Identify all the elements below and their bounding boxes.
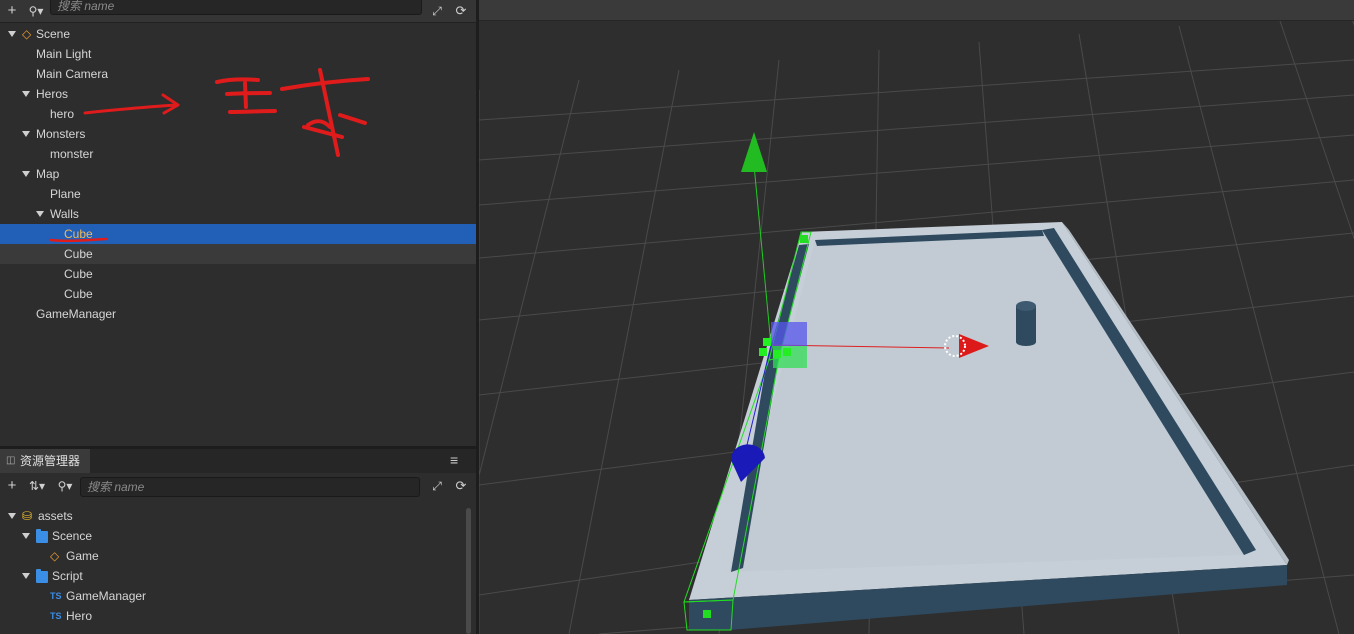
asset-row-label: assets <box>38 509 73 523</box>
hierarchy-row[interactable]: Plane <box>0 184 476 204</box>
sort-icon[interactable]: ⇅▾ <box>26 475 48 497</box>
chevron-down-icon[interactable] <box>22 533 30 539</box>
hierarchy-row-label: Walls <box>50 207 79 221</box>
assets-search-input[interactable]: 搜索 name <box>80 477 420 497</box>
asset-row-label: Game <box>66 549 99 563</box>
hierarchy-row[interactable]: Cube <box>0 264 476 284</box>
hierarchy-toolbar: + ⚲▾ 搜索 name ⤢ ⟳ <box>0 0 476 23</box>
expand-all-icon[interactable]: ⤢ <box>428 475 446 497</box>
hierarchy-row[interactable]: ◇ Scene <box>0 24 476 44</box>
scene-viewport[interactable] <box>479 0 1354 634</box>
asset-row[interactable]: Script <box>0 566 476 586</box>
hierarchy-row-label: Cube <box>64 247 93 261</box>
chevron-down-icon[interactable] <box>36 211 44 217</box>
gizmo-xy-plane <box>771 322 807 346</box>
hierarchy-row[interactable]: Walls <box>0 204 476 224</box>
annotation-underline <box>49 237 108 243</box>
expand-all-icon[interactable]: ⤢ <box>428 0 446 22</box>
scene-toolbar <box>479 0 1354 21</box>
hierarchy-row[interactable]: Cube <box>0 244 476 264</box>
asset-row[interactable]: TS Hero <box>0 606 476 626</box>
assets-scrollbar[interactable] <box>466 508 471 634</box>
monster-pillar[interactable] <box>1016 301 1036 346</box>
chevron-down-icon[interactable] <box>22 91 30 97</box>
hierarchy-row-label: Map <box>36 167 60 181</box>
hierarchy-row-label: Cube <box>64 287 93 301</box>
game-board[interactable] <box>689 222 1289 630</box>
hierarchy-row-label: hero <box>50 107 75 121</box>
hierarchy-row-label: Plane <box>50 187 81 201</box>
database-icon: ⛁ <box>22 509 33 523</box>
annotation-text: 主球 <box>212 60 332 147</box>
hierarchy-row-label: GameManager <box>36 307 117 321</box>
ts-icon: TS <box>50 591 62 601</box>
tab-assets[interactable]: ◫ 资源管理器 <box>0 449 90 473</box>
hierarchy-row[interactable]: Map <box>0 164 476 184</box>
panel-menu-icon[interactable]: ≡ <box>450 449 458 471</box>
asset-row[interactable]: Scence <box>0 526 476 546</box>
hierarchy-search-input[interactable]: 搜索 name <box>50 0 422 15</box>
database-icon: ◫ <box>6 455 16 466</box>
chevron-down-icon[interactable] <box>8 31 16 37</box>
hierarchy-row[interactable]: GameManager <box>0 304 476 324</box>
search-filter-icon[interactable]: ⚲▾ <box>54 475 76 497</box>
asset-row[interactable]: ◇ Game <box>0 546 476 566</box>
folder-icon <box>36 569 48 583</box>
asset-row-label: Hero <box>66 609 93 623</box>
folder-icon <box>36 529 48 543</box>
scene-icon: ◇ <box>22 27 32 41</box>
hierarchy-row-label: Cube <box>64 267 93 281</box>
hierarchy-row-label: Monsters <box>36 127 86 141</box>
refresh-icon[interactable]: ⟳ <box>452 475 470 497</box>
add-asset-button[interactable]: + <box>4 475 20 497</box>
hierarchy-row[interactable]: Cube <box>0 284 476 304</box>
gizmo-y-arrow <box>741 132 767 172</box>
search-filter-icon[interactable]: ⚲▾ <box>26 0 46 22</box>
assets-toolbar: + ⇅▾ ⚲▾ 搜索 name ⤢ ⟳ <box>0 475 476 499</box>
ts-icon: TS <box>50 611 62 621</box>
scene-canvas[interactable] <box>479 0 1354 634</box>
chevron-down-icon[interactable] <box>22 573 30 579</box>
assets-panel: ◫ 资源管理器 ≡ + ⇅▾ ⚲▾ 搜索 name ⤢ ⟳ ⛁ assets Sce… <box>0 449 476 634</box>
hierarchy-row-label: Heros <box>36 87 69 101</box>
hierarchy-row-label: Scene <box>36 27 71 41</box>
asset-row-label: Script <box>52 569 83 583</box>
assets-tab-label: 资源管理器 <box>20 454 81 468</box>
chevron-down-icon[interactable] <box>8 513 16 519</box>
asset-row[interactable]: ⛁ assets <box>0 506 476 526</box>
chevron-down-icon[interactable] <box>22 131 30 137</box>
asset-row-label: Scence <box>52 529 93 543</box>
add-node-button[interactable]: + <box>4 0 20 22</box>
hierarchy-row-label: Main Light <box>36 47 92 61</box>
refresh-icon[interactable]: ⟳ <box>452 0 470 22</box>
chevron-down-icon[interactable] <box>22 171 30 177</box>
scene-icon: ◇ <box>50 549 60 563</box>
asset-row-label: GameManager <box>66 589 147 603</box>
asset-row[interactable]: TS GameManager <box>0 586 476 606</box>
assets-tab-bar: ◫ 资源管理器 ≡ <box>0 449 476 473</box>
